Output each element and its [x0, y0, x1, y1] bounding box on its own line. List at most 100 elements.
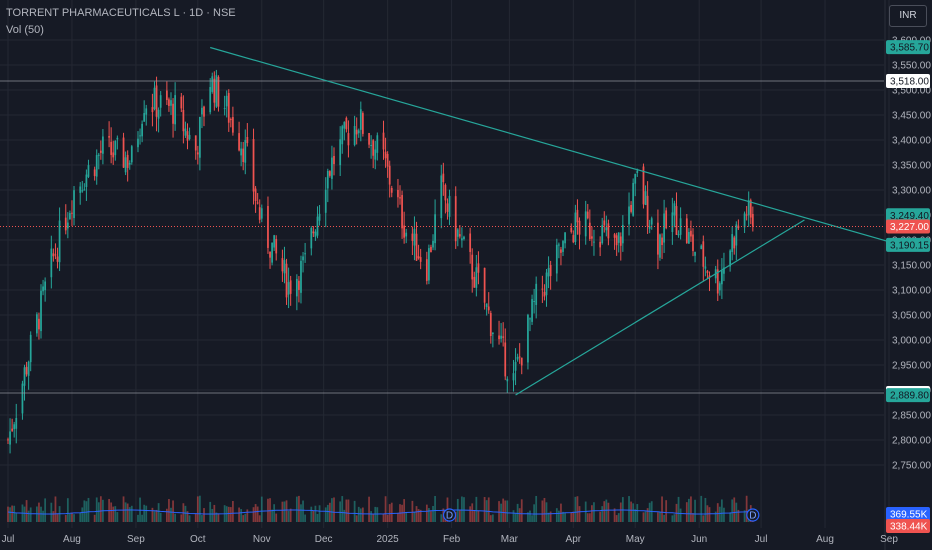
candle-body	[644, 191, 647, 205]
candle-body	[555, 244, 558, 274]
candle-body	[403, 225, 406, 238]
candle-body	[285, 263, 288, 298]
candle-body	[584, 211, 587, 237]
candle-body	[52, 253, 55, 257]
candle-body	[386, 153, 389, 167]
volume-bar	[615, 515, 618, 522]
volume-bar	[52, 511, 55, 522]
volume-bar	[518, 508, 521, 522]
candle-body	[417, 256, 420, 259]
x-tick-label: 2025	[377, 534, 400, 545]
volume-bar	[69, 513, 71, 522]
volume-bar	[141, 514, 143, 522]
volume-bar	[415, 506, 418, 522]
volume-bar	[328, 502, 331, 522]
volume-bar	[487, 497, 490, 522]
volume-bar	[619, 502, 622, 522]
candle-body	[646, 195, 649, 227]
y-tick-label: 3,000.00	[892, 336, 931, 347]
candle-body	[384, 151, 387, 159]
volume-bar	[203, 508, 205, 522]
candle-body	[201, 107, 203, 115]
candle-body	[665, 210, 668, 229]
volume-bar	[238, 507, 240, 522]
volume-ma-tag: 369.55K	[890, 510, 928, 521]
volume-bar	[312, 510, 315, 522]
time-axis[interactable]: Jul Aug Sep Oct Nov Dec 2025 Feb Mar Apr May Jun Jul…	[2, 534, 899, 545]
volume-bar	[541, 500, 544, 522]
candle-body	[242, 148, 245, 162]
volume-bar	[13, 505, 16, 522]
candle-body	[405, 232, 408, 237]
candle-body	[586, 211, 589, 219]
candle-body	[617, 232, 620, 243]
volume-indicator-label[interactable]: Vol (50)	[6, 24, 44, 36]
volume-bar	[405, 511, 408, 522]
candle-body	[469, 233, 472, 252]
volume-bar	[646, 508, 649, 522]
candle-body	[650, 218, 653, 225]
y-tick-label: 2,750.00	[892, 461, 931, 472]
candle-body	[229, 119, 232, 121]
candle-body	[562, 241, 564, 252]
volume-bar	[23, 506, 26, 522]
candle-body	[448, 195, 451, 217]
currency-button[interactable]: INR	[889, 5, 927, 27]
price-chart[interactable]: DD 2,750.002,800.002,850.002,900.002,950…	[0, 0, 932, 550]
candle-body	[102, 136, 104, 154]
candle-body	[564, 232, 566, 244]
volume-bar	[605, 499, 608, 522]
candle-body	[357, 130, 360, 134]
candle-body	[345, 117, 348, 130]
volume-bar	[283, 501, 286, 522]
volume-bar	[483, 497, 486, 522]
volume-bar	[254, 504, 257, 522]
candle-body	[298, 280, 300, 290]
volume-bar	[477, 510, 480, 522]
volume-bar	[97, 502, 100, 522]
candle-body	[549, 264, 552, 277]
volume-bar	[196, 496, 199, 522]
candle-body	[339, 139, 342, 166]
volume-bar	[434, 496, 436, 522]
volume-bar	[122, 496, 125, 522]
volume-bar	[56, 513, 59, 522]
candle-body	[692, 234, 694, 251]
candle-body	[671, 212, 674, 233]
candle-body	[446, 203, 449, 212]
candle-body	[50, 248, 53, 278]
volume-bar	[184, 505, 187, 522]
volume-bar	[659, 512, 661, 522]
candle-body	[227, 93, 230, 123]
candle-body	[328, 171, 331, 176]
candle-body	[174, 95, 176, 125]
candle-body	[359, 109, 362, 130]
volume-bar	[694, 499, 696, 522]
candle-body	[97, 154, 100, 156]
volume-bar	[347, 499, 350, 522]
candle-body	[11, 428, 14, 431]
candle-body	[153, 87, 156, 110]
candle-body	[240, 148, 243, 156]
candle-body	[745, 214, 748, 216]
x-tick-label: Aug	[816, 534, 834, 545]
candle-body	[704, 266, 707, 269]
volume-bar	[229, 507, 232, 522]
candle-body	[444, 184, 447, 201]
volume-bar	[71, 512, 73, 522]
candle-body	[531, 299, 533, 322]
volume-bar	[549, 511, 552, 522]
candle-body	[271, 242, 273, 263]
volume-bar	[603, 501, 606, 522]
volume-bar	[326, 504, 329, 522]
candle-body	[172, 103, 174, 124]
volume-bar	[194, 513, 197, 522]
candle-body	[636, 170, 639, 174]
candle-body	[300, 260, 302, 293]
volume-bar	[209, 501, 212, 522]
candle-body	[702, 241, 705, 267]
candle-body	[685, 218, 688, 243]
candle-body	[25, 366, 28, 375]
volume-bar	[632, 503, 635, 522]
candle-body	[388, 165, 391, 185]
